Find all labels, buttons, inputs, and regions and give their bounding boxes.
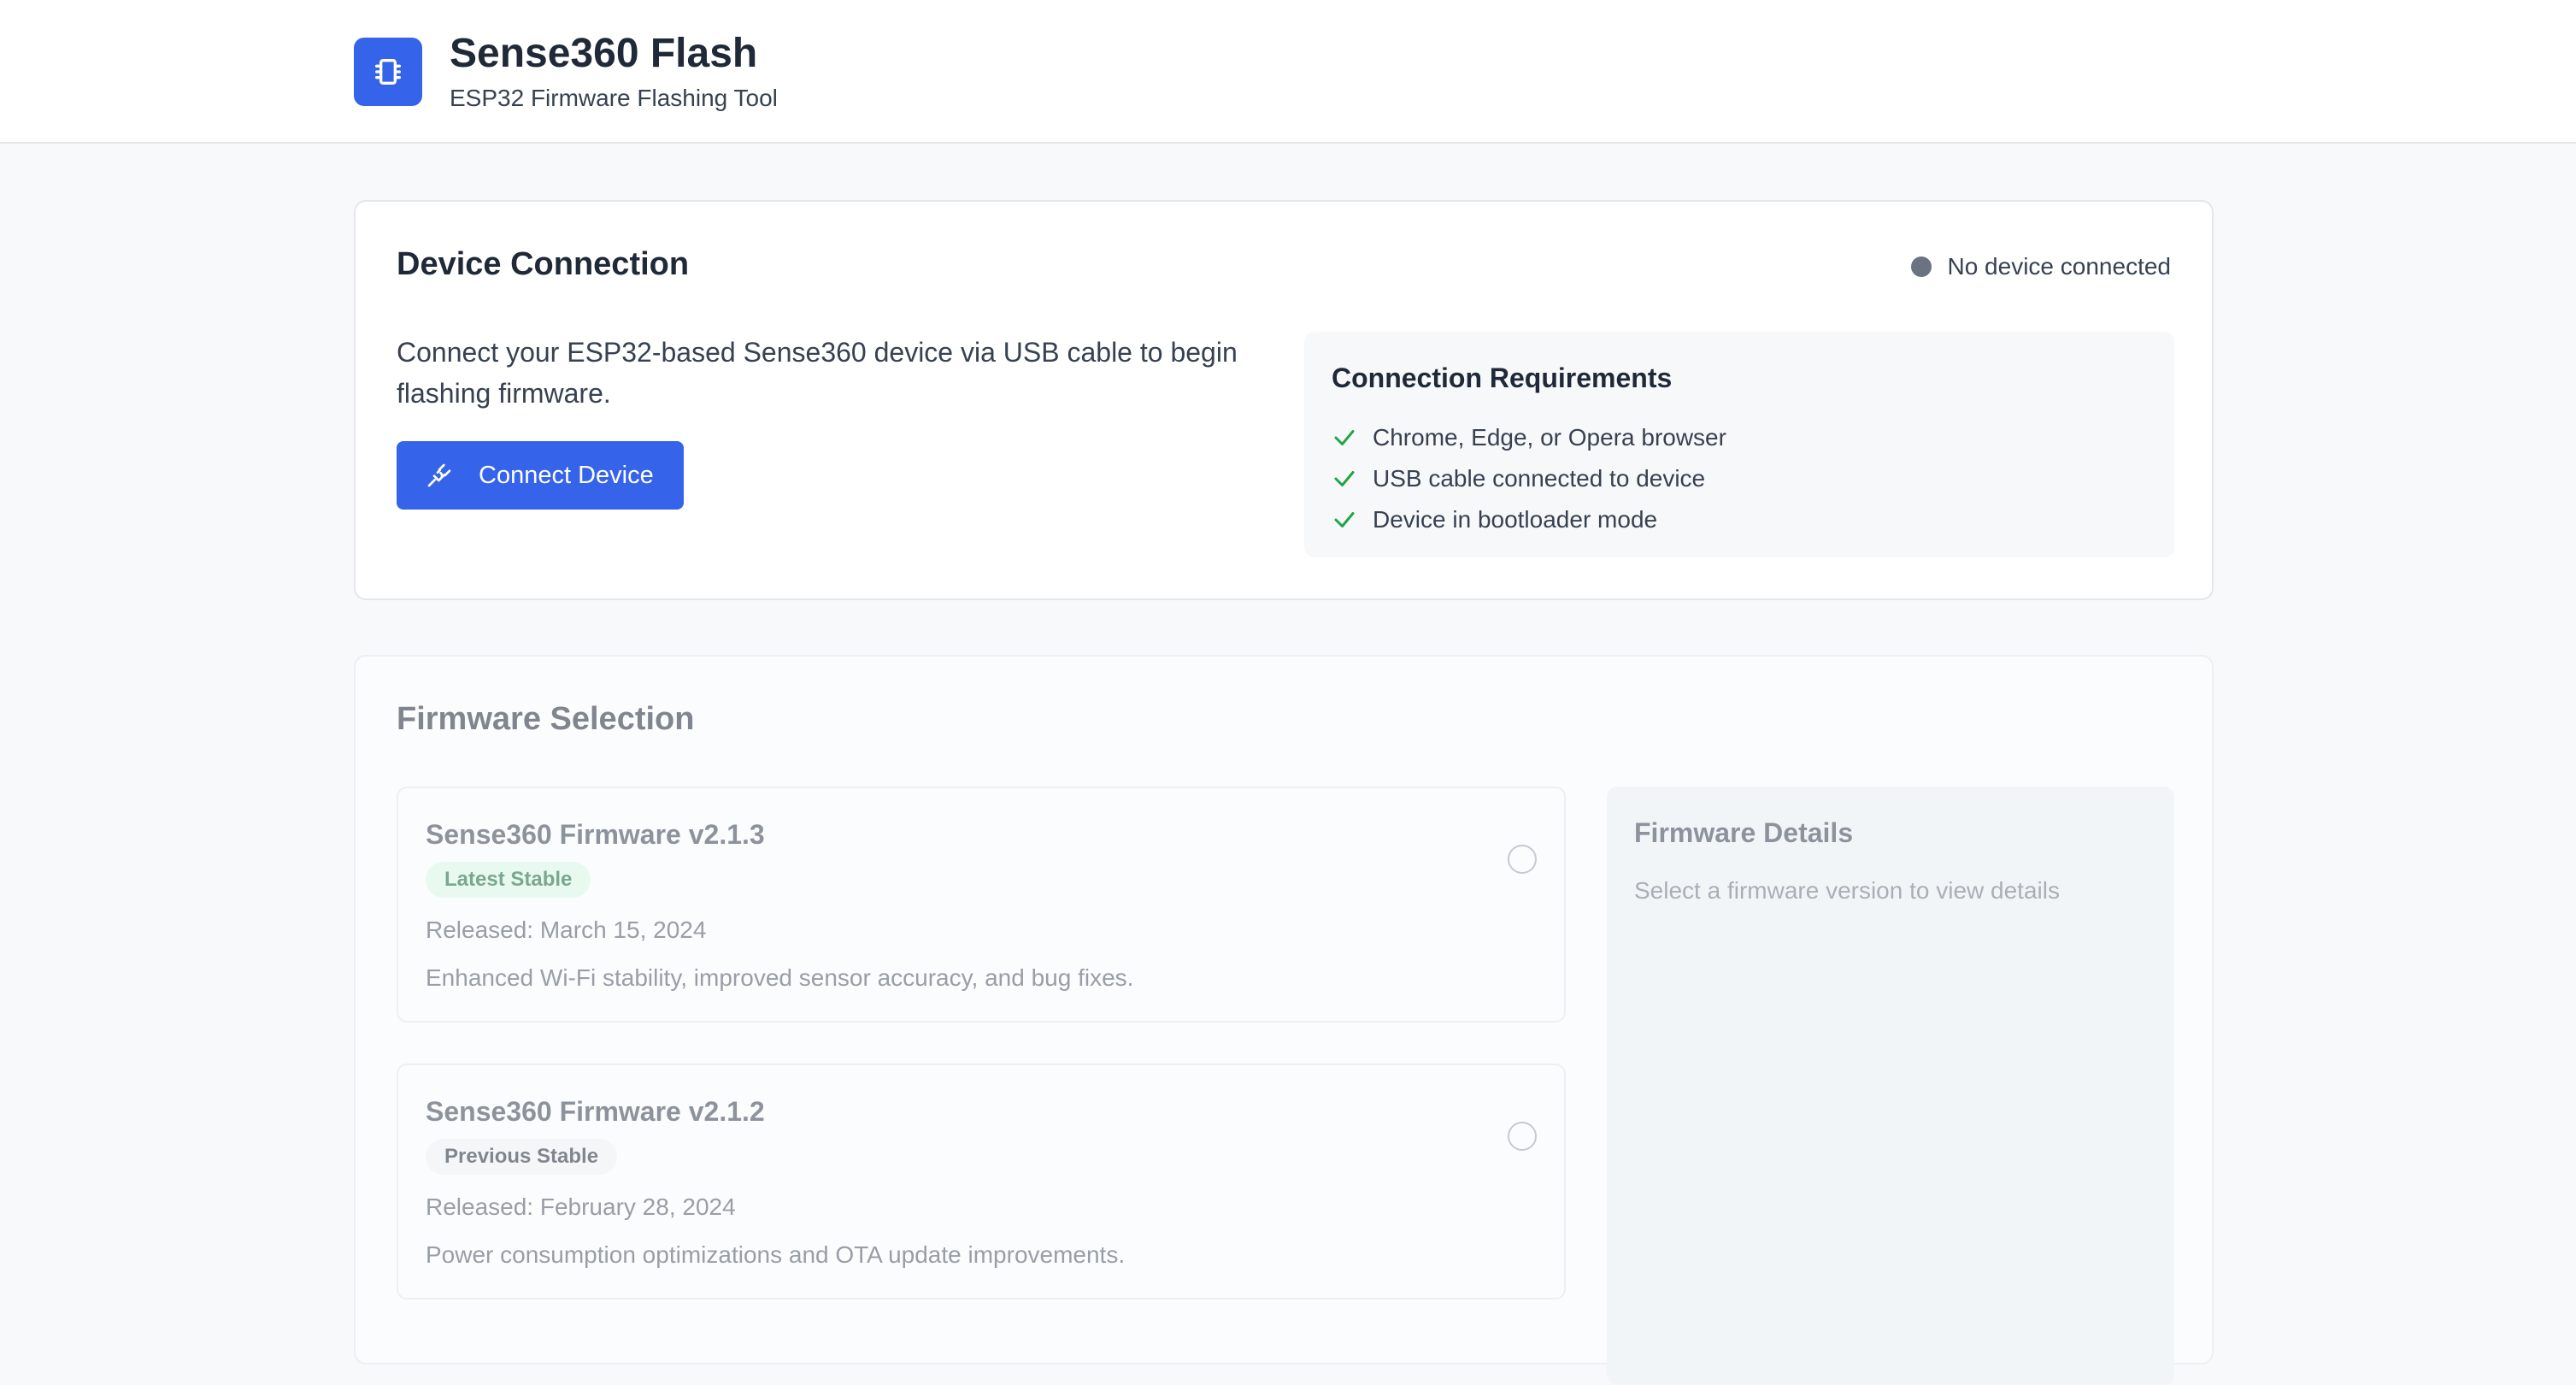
connection-description: Connect your ESP32-based Sense360 device… (397, 337, 1238, 409)
app-header: Sense360 Flash ESP32 Firmware Flashing T… (0, 0, 2576, 144)
device-connection-title: Device Connection (397, 246, 690, 282)
requirement-text: Chrome, Edge, or Opera browser (1373, 424, 1726, 451)
requirement-text: USB cable connected to device (1373, 465, 1706, 492)
requirement-item: Chrome, Edge, or Opera browser (1332, 417, 1726, 458)
check-icon (1332, 425, 1357, 451)
requirements-list: Chrome, Edge, or Opera browser USB cable… (1332, 417, 1726, 540)
connect-device-button[interactable]: Connect Device (397, 441, 684, 510)
firmware-selection-title: Firmware Selection (397, 701, 695, 737)
status-badge: Latest Stable (426, 862, 591, 898)
requirements-title: Connection Requirements (1332, 362, 1673, 393)
firmware-option-v2-1-2[interactable]: Sense360 Firmware v2.1.2 Previous Stable… (397, 1064, 1566, 1300)
firmware-details-title: Firmware Details (1634, 817, 1854, 848)
connection-status-text: No device connected (1947, 253, 2171, 280)
app-subtitle: ESP32 Firmware Flashing Tool (450, 85, 778, 111)
requirement-item: USB cable connected to device (1332, 458, 1726, 499)
connection-requirements: Connection Requirements Chrome, Edge, or… (1304, 332, 2174, 557)
status-badge: Previous Stable (426, 1139, 618, 1175)
status-dot-icon (1911, 256, 1932, 277)
requirement-text: Device in bootloader mode (1373, 506, 1658, 533)
firmware-name: Sense360 Firmware v2.1.2 (426, 1096, 765, 1127)
connection-status: No device connected (1911, 253, 2171, 280)
plug-icon (426, 462, 453, 489)
firmware-name: Sense360 Firmware v2.1.3 (426, 819, 765, 850)
firmware-release-date: Released: February 28, 2024 (426, 1193, 736, 1220)
check-icon (1332, 507, 1357, 533)
firmware-details-hint: Select a firmware version to view detail… (1634, 877, 2060, 904)
firmware-description: Enhanced Wi-Fi stability, improved senso… (426, 964, 1134, 991)
device-connection-card: Device Connection No device connected Co… (354, 200, 2214, 600)
firmware-selection-card: Firmware Selection Sense360 Firmware v2.… (354, 655, 2214, 1385)
connect-device-label: Connect Device (479, 461, 654, 489)
chip-icon (354, 38, 422, 106)
check-icon (1332, 466, 1357, 492)
firmware-details-panel: Firmware Details Select a firmware versi… (1607, 787, 2174, 1385)
firmware-radio[interactable] (1508, 1122, 1537, 1151)
firmware-description: Power consumption optimizations and OTA … (426, 1241, 1126, 1268)
requirement-item: Device in bootloader mode (1332, 499, 1726, 540)
firmware-release-date: Released: March 15, 2024 (426, 916, 707, 943)
app-title: Sense360 Flash (450, 31, 758, 76)
firmware-radio[interactable] (1508, 845, 1537, 874)
firmware-option-v2-1-3[interactable]: Sense360 Firmware v2.1.3 Latest Stable R… (397, 787, 1566, 1023)
